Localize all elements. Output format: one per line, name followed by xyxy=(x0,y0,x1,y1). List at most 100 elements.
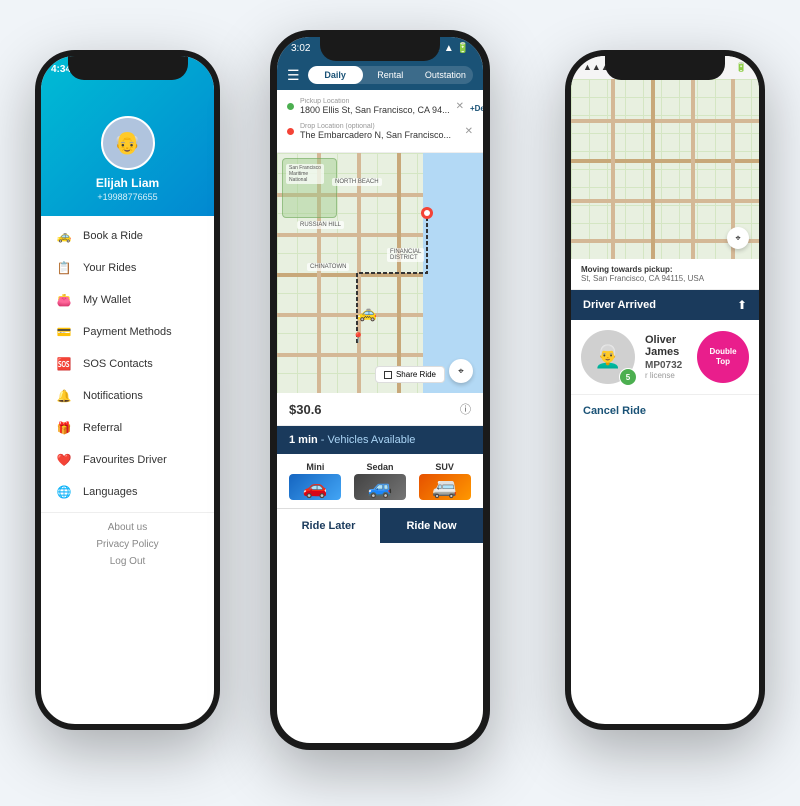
right-compass-button[interactable]: ⌖ xyxy=(727,227,749,249)
share-ride-checkbox xyxy=(384,371,392,379)
drop-label: Drop Location (optional) xyxy=(300,123,459,130)
drop-value[interactable]: The Embarcadero N, San Francisco... xyxy=(300,130,459,140)
menu-label-referral: Referral xyxy=(83,422,122,434)
driver-plate: MP0732 xyxy=(645,360,687,371)
double-tap-badge[interactable]: Double Top xyxy=(697,331,749,383)
driver-avatar-emoji: 👨‍🦳 xyxy=(594,344,621,370)
drop-dot xyxy=(287,128,294,135)
vehicle-suv-label: SUV xyxy=(435,462,454,472)
menu-item-notifications[interactable]: 🔔 Notifications xyxy=(41,380,214,412)
ride-now-button[interactable]: Ride Now xyxy=(380,508,483,543)
menu-label-book-ride: Book a Ride xyxy=(83,230,143,242)
bell-icon: 🔔 xyxy=(55,387,73,405)
menu-label-sos: SOS Contacts xyxy=(83,358,153,370)
tab-outstation[interactable]: Outstation xyxy=(418,66,473,84)
driver-info: Oliver James MP0732 r license xyxy=(645,334,687,380)
vehicle-suv-img: 🚐 xyxy=(419,474,471,500)
rating-value: 5 xyxy=(626,373,630,382)
left-header: 4:34 ▶ 👴 Elijah Liam +19988776655 xyxy=(41,56,214,216)
user-name: Elijah Liam xyxy=(96,176,159,190)
location-bar: Pickup Location 1800 Ellis St, San Franc… xyxy=(277,90,483,153)
menu-label-my-wallet: My Wallet xyxy=(83,294,131,306)
user-phone: +19988776655 xyxy=(97,192,157,202)
available-label: - Vehicles Available xyxy=(321,434,416,446)
phone-middle: 3:02 ▲ ▲ 🔋 ☰ Daily Rental Outstation Pic… xyxy=(270,30,490,750)
pickup-address: St, San Francisco, CA 94115, USA xyxy=(581,274,749,283)
price-info-icon[interactable]: ⓘ xyxy=(460,401,471,417)
tab-daily[interactable]: Daily xyxy=(308,66,363,84)
share-ride-button[interactable]: Share Ride xyxy=(375,366,445,383)
menu-item-book-ride[interactable]: 🚕 Book a Ride xyxy=(41,220,214,252)
driver-arrived-label: Driver Arrived xyxy=(583,299,656,311)
menu-item-languages[interactable]: 🌐 Languages xyxy=(41,476,214,508)
bottom-buttons: Ride Later Ride Now xyxy=(277,508,483,543)
vehicle-suv[interactable]: SUV 🚐 xyxy=(419,462,471,500)
vehicle-sedan[interactable]: Sedan 🚙 xyxy=(354,462,406,500)
driver-name: Oliver James xyxy=(645,334,687,358)
payment-icon: 💳 xyxy=(55,323,73,341)
mid-map-area: San FranciscoMaritimeNational NORTH BEAC… xyxy=(277,153,483,393)
pickup-clear-button[interactable]: ✕ xyxy=(456,101,464,112)
wallet-icon: 👛 xyxy=(55,291,73,309)
phone-right: ▲▲▲ 🔋 ⌖ Moving towards pickup: St, San F… xyxy=(565,50,765,730)
menu-item-payment-methods[interactable]: 💳 Payment Methods xyxy=(41,316,214,348)
globe-icon: 🌐 xyxy=(55,483,73,501)
compass-button[interactable]: ⌖ xyxy=(449,359,473,383)
heart-icon: ❤️ xyxy=(55,451,73,469)
price-bar: $30.6 ⓘ xyxy=(277,393,483,426)
driver-license-label: r license xyxy=(645,371,687,380)
moving-towards-label: Moving towards pickup: xyxy=(581,265,749,274)
vehicle-mini[interactable]: Mini 🚗 xyxy=(289,462,341,500)
menu-label-favourites: Favourites Driver xyxy=(83,454,167,466)
menu-item-your-rides[interactable]: 📋 Your Rides xyxy=(41,252,214,284)
map-address-bar: Moving towards pickup: St, San Francisco… xyxy=(571,259,759,290)
person-marker: 📍 xyxy=(352,333,364,344)
left-notch xyxy=(68,56,188,80)
privacy-policy-link[interactable]: Privacy Policy xyxy=(55,536,200,553)
route-svg xyxy=(277,153,483,393)
vehicle-sedan-label: Sedan xyxy=(366,462,393,472)
mid-map-bg: San FranciscoMaritimeNational NORTH BEAC… xyxy=(277,153,483,393)
hamburger-icon[interactable]: ☰ xyxy=(287,67,300,84)
details-link[interactable]: +Details xyxy=(470,104,490,113)
about-us-link[interactable]: About us xyxy=(55,519,200,536)
ride-later-button[interactable]: Ride Later xyxy=(277,508,380,543)
car-icon: 🚕 xyxy=(55,227,73,245)
menu-item-my-wallet[interactable]: 👛 My Wallet xyxy=(41,284,214,316)
pickup-dot xyxy=(287,103,294,110)
mid-top-bar: ☰ Daily Rental Outstation xyxy=(277,60,483,90)
log-out-link[interactable]: Log Out xyxy=(55,553,200,570)
vehicle-sedan-img: 🚙 xyxy=(354,474,406,500)
phone-left: 4:34 ▶ 👴 Elijah Liam +19988776655 🚕 Book… xyxy=(35,50,220,730)
vehicle-mini-label: Mini xyxy=(306,462,324,472)
double-tap-label2: Top xyxy=(716,357,730,367)
menu-item-referral[interactable]: 🎁 Referral xyxy=(41,412,214,444)
mid-notch xyxy=(320,37,440,61)
sos-icon: 🆘 xyxy=(55,355,73,373)
left-menu: 🚕 Book a Ride 📋 Your Rides 👛 My Wallet 💳… xyxy=(41,216,214,512)
scene: 4:34 ▶ 👴 Elijah Liam +19988776655 🚕 Book… xyxy=(0,0,800,806)
cancel-ride-button[interactable]: Cancel Ride xyxy=(571,394,759,427)
avatar: 👴 xyxy=(101,116,155,170)
menu-label-your-rides: Your Rides xyxy=(83,262,136,274)
menu-label-languages: Languages xyxy=(83,486,137,498)
vehicle-list: Mini 🚗 Sedan 🚙 SUV 🚐 xyxy=(277,454,483,508)
mid-time: 3:02 xyxy=(291,43,310,54)
gift-icon: 🎁 xyxy=(55,419,73,437)
tab-group: Daily Rental Outstation xyxy=(308,66,473,84)
menu-item-sos-contacts[interactable]: 🆘 SOS Contacts xyxy=(41,348,214,380)
avatar-emoji: 👴 xyxy=(114,130,141,156)
menu-label-payment: Payment Methods xyxy=(83,326,172,338)
driver-avatar: 👨‍🦳 5 xyxy=(581,330,635,384)
pickup-value[interactable]: 1800 Ellis St, San Francisco, CA 94... xyxy=(300,105,450,115)
share-ride-label: Share Ride xyxy=(396,370,436,379)
driver-card: 👨‍🦳 5 Oliver James MP0732 r license Doub… xyxy=(571,320,759,394)
drop-clear-button[interactable]: ✕ xyxy=(465,126,473,137)
eta-value: 1 min xyxy=(289,434,318,446)
share-icon[interactable]: ⬆ xyxy=(737,298,747,312)
tab-rental[interactable]: Rental xyxy=(363,66,418,84)
left-footer: About us Privacy Policy Log Out xyxy=(41,512,214,576)
right-map-area: ⌖ xyxy=(571,79,759,259)
menu-item-favourites[interactable]: ❤️ Favourites Driver xyxy=(41,444,214,476)
double-tap-label: Double xyxy=(709,347,736,357)
